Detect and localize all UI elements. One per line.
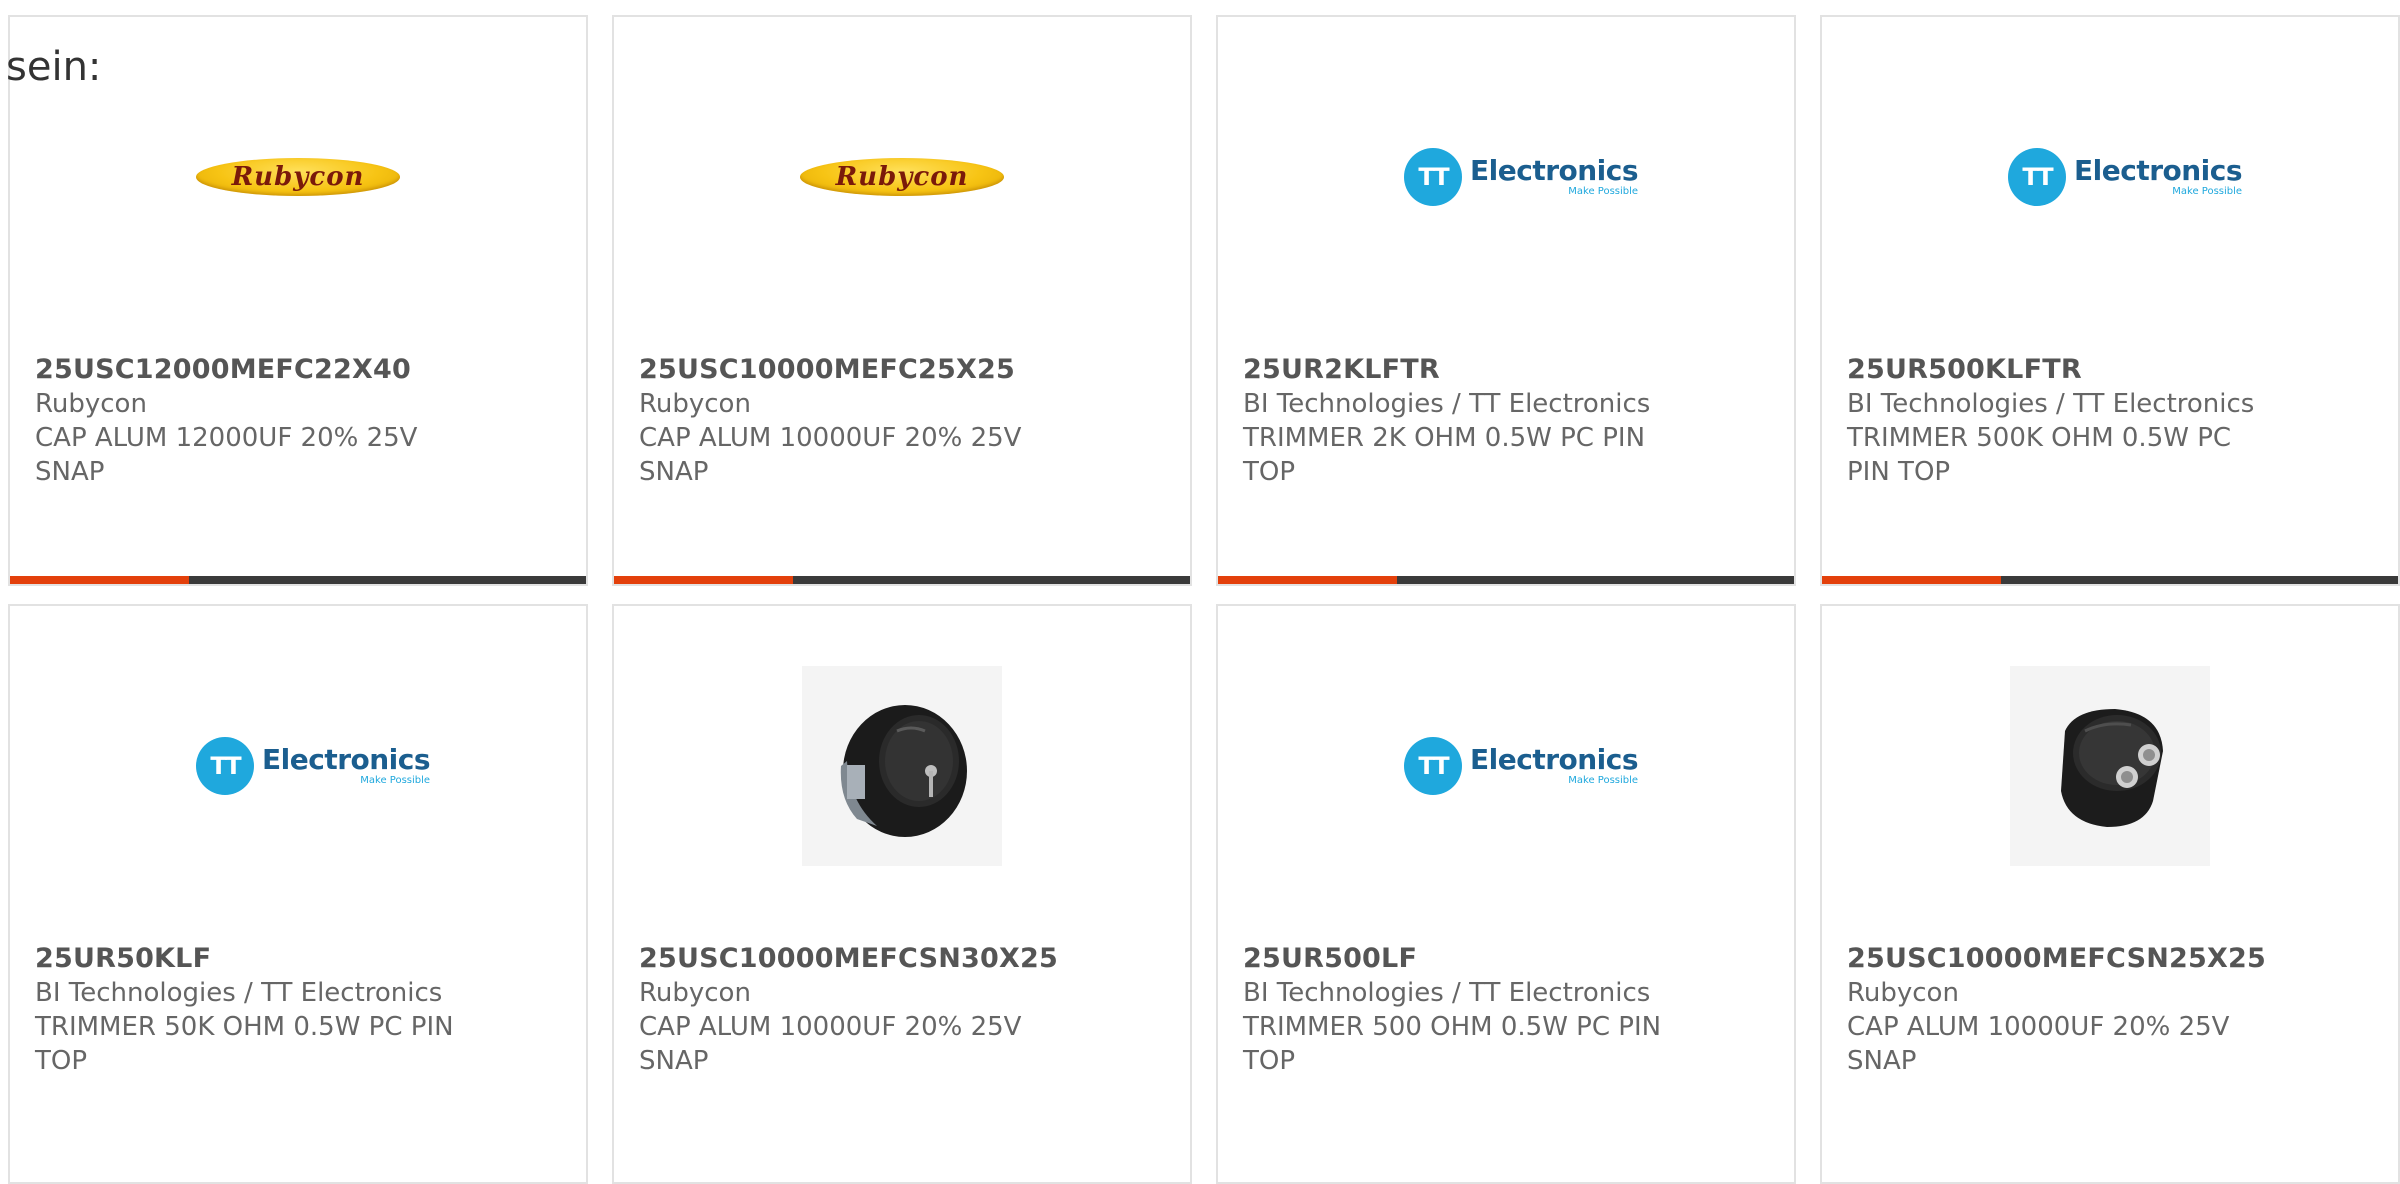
- product-card[interactable]: 25USC10000MEFCSN25X25 Rubycon CAP ALUM 1…: [1820, 604, 2400, 1184]
- product-image: [1822, 666, 2398, 866]
- manufacturer: Rubycon: [35, 389, 147, 419]
- manufacturer: BI Technologies / TT Electronics: [1243, 389, 1651, 419]
- tt-electronics-logo: TT Electronics Make Possible: [1404, 736, 1639, 796]
- product-card[interactable]: Rubycon 25USC10000MEFC25X25 Rubycon CAP …: [612, 15, 1192, 586]
- manufacturer: BI Technologies / TT Electronics: [35, 978, 443, 1008]
- card-progress-bar: [10, 576, 586, 584]
- capacitor-photo-side: [802, 666, 1002, 866]
- card-progress-bar: [1218, 576, 1794, 584]
- tt-electronics-logo: TT Electronics Make Possible: [2008, 147, 2243, 207]
- rubycon-logo: Rubycon: [196, 158, 400, 196]
- product-image: TT Electronics Make Possible: [1218, 77, 1794, 277]
- product-image: Rubycon: [10, 77, 586, 277]
- part-number[interactable]: 25USC10000MEFCSN30X25: [639, 942, 1099, 976]
- tt-electronics-logo: TT Electronics Make Possible: [1404, 147, 1639, 207]
- product-image: [614, 666, 1190, 866]
- description: TRIMMER 50K OHM 0.5W PC PIN TOP: [35, 1012, 454, 1076]
- product-card[interactable]: Rubycon 25USC12000MEFC22X40 Rubycon CAP …: [8, 15, 588, 586]
- card-progress-bar: [614, 576, 1190, 584]
- manufacturer: Rubycon: [1847, 978, 1959, 1008]
- product-image: TT Electronics Make Possible: [1822, 77, 2398, 277]
- description: TRIMMER 500K OHM 0.5W PC PIN TOP: [1847, 423, 2232, 487]
- description: CAP ALUM 10000UF 20% 25V SNAP: [639, 1012, 1022, 1076]
- part-number[interactable]: 25UR500LF: [1243, 942, 1703, 976]
- description: TRIMMER 2K OHM 0.5W PC PIN TOP: [1243, 423, 1646, 487]
- manufacturer: Rubycon: [639, 389, 751, 419]
- part-number[interactable]: 25UR50KLF: [35, 942, 495, 976]
- product-card[interactable]: 25USC10000MEFCSN30X25 Rubycon CAP ALUM 1…: [612, 604, 1192, 1184]
- manufacturer: BI Technologies / TT Electronics: [1847, 389, 2255, 419]
- product-card[interactable]: TT Electronics Make Possible 25UR500KLFTR…: [1820, 15, 2400, 586]
- part-number[interactable]: 25USC10000MEFC25X25: [639, 353, 1099, 387]
- page-label: sein:: [6, 44, 102, 90]
- part-number[interactable]: 25UR500KLFTR: [1847, 353, 2307, 387]
- capacitor-photo-top: [2010, 666, 2210, 866]
- product-image: TT Electronics Make Possible: [1218, 666, 1794, 866]
- description: CAP ALUM 10000UF 20% 25V SNAP: [1847, 1012, 2230, 1076]
- product-image: TT Electronics Make Possible: [10, 666, 586, 866]
- product-card[interactable]: TT Electronics Make Possible 25UR50KLF BI…: [8, 604, 588, 1184]
- rubycon-logo: Rubycon: [800, 158, 1004, 196]
- description: TRIMMER 500 OHM 0.5W PC PIN TOP: [1243, 1012, 1662, 1076]
- part-number[interactable]: 25UR2KLFTR: [1243, 353, 1703, 387]
- card-progress-bar: [1822, 576, 2398, 584]
- product-card[interactable]: TT Electronics Make Possible 25UR500LF BI…: [1216, 604, 1796, 1184]
- manufacturer: Rubycon: [639, 978, 751, 1008]
- product-card[interactable]: TT Electronics Make Possible 25UR2KLFTR B…: [1216, 15, 1796, 586]
- manufacturer: BI Technologies / TT Electronics: [1243, 978, 1651, 1008]
- description: CAP ALUM 10000UF 20% 25V SNAP: [639, 423, 1022, 487]
- product-image: Rubycon: [614, 77, 1190, 277]
- tt-electronics-logo: TT Electronics Make Possible: [196, 736, 431, 796]
- product-grid: Rubycon 25USC12000MEFC22X40 Rubycon CAP …: [0, 0, 2400, 1184]
- description: CAP ALUM 12000UF 20% 25V SNAP: [35, 423, 418, 487]
- part-number[interactable]: 25USC12000MEFC22X40: [35, 353, 495, 387]
- part-number[interactable]: 25USC10000MEFCSN25X25: [1847, 942, 2307, 976]
